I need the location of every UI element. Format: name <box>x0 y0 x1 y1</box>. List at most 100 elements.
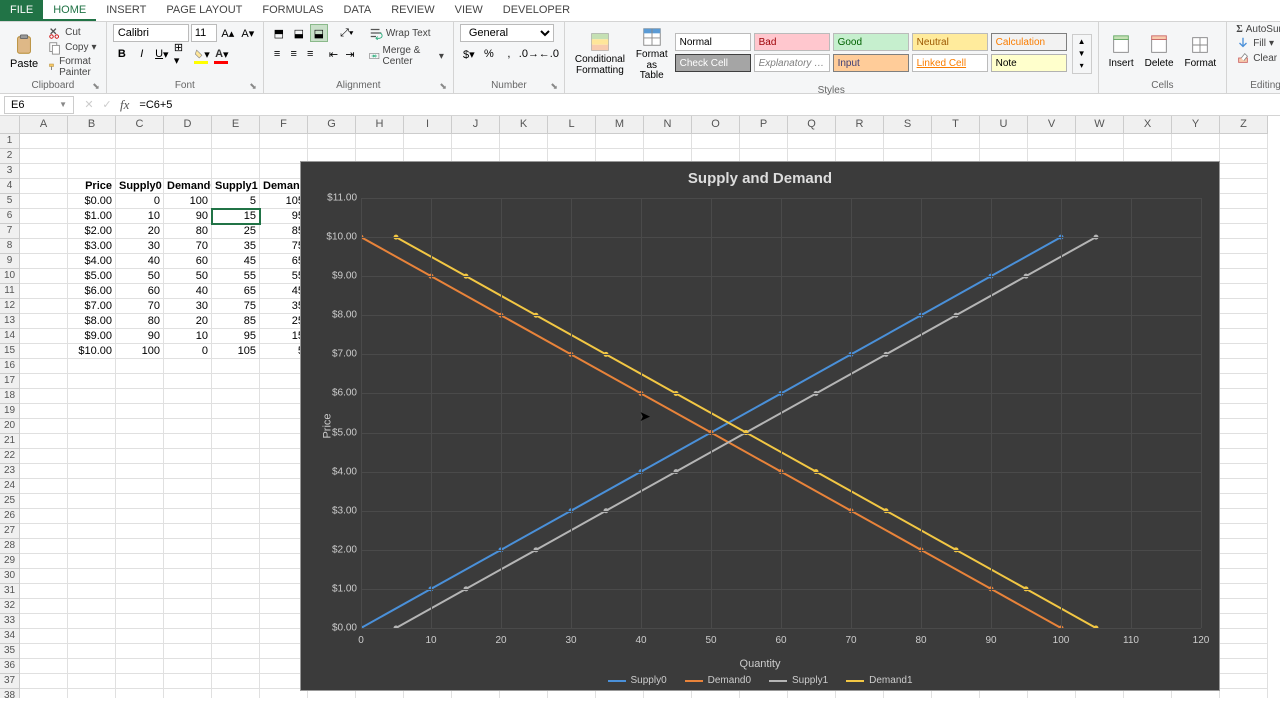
tab-data[interactable]: DATA <box>334 0 382 21</box>
cell[interactable] <box>68 554 116 569</box>
cell[interactable] <box>212 674 260 689</box>
cell[interactable]: 40 <box>164 284 212 299</box>
row-header[interactable]: 6 <box>0 209 19 224</box>
cell[interactable] <box>68 674 116 689</box>
cell[interactable]: 70 <box>116 299 164 314</box>
column-header[interactable]: Z <box>1220 116 1268 133</box>
chart-object[interactable]: Supply and Demand Price ➤ 01020304050607… <box>300 161 1220 691</box>
align-top-button[interactable]: ⬒ <box>270 24 288 42</box>
cell[interactable] <box>116 614 164 629</box>
cell[interactable] <box>116 659 164 674</box>
row-header[interactable]: 24 <box>0 479 19 494</box>
column-header[interactable]: X <box>1124 116 1172 133</box>
cell[interactable] <box>20 584 68 599</box>
cell[interactable]: 105 <box>212 344 260 359</box>
cell[interactable] <box>164 494 212 509</box>
cell[interactable]: 90 <box>116 329 164 344</box>
cell[interactable] <box>116 674 164 689</box>
orientation-button[interactable]: ⤢▾ <box>338 24 356 42</box>
cell[interactable] <box>1220 359 1268 374</box>
cell[interactable] <box>68 149 116 164</box>
cell[interactable]: 95 <box>212 329 260 344</box>
cell[interactable] <box>548 134 596 149</box>
tab-home[interactable]: HOME <box>43 0 96 21</box>
cell[interactable] <box>116 479 164 494</box>
cell[interactable] <box>164 569 212 584</box>
column-header[interactable]: I <box>404 116 452 133</box>
cell[interactable] <box>212 494 260 509</box>
cell[interactable] <box>116 359 164 374</box>
cell[interactable] <box>20 614 68 629</box>
cell[interactable] <box>212 554 260 569</box>
cell[interactable] <box>596 134 644 149</box>
cell[interactable] <box>116 539 164 554</box>
cell[interactable] <box>68 689 116 698</box>
cell[interactable]: Supply1 <box>212 179 260 194</box>
column-header[interactable]: B <box>68 116 116 133</box>
cell[interactable] <box>1220 284 1268 299</box>
name-box[interactable]: E6▼ <box>4 96 74 114</box>
increase-decimal-button[interactable]: .0→ <box>520 45 538 63</box>
cell[interactable] <box>116 134 164 149</box>
row-header[interactable]: 13 <box>0 314 19 329</box>
cell[interactable] <box>1220 329 1268 344</box>
fill-color-button[interactable]: ▾ <box>193 45 211 63</box>
cell[interactable] <box>164 479 212 494</box>
cell[interactable] <box>20 314 68 329</box>
row-header[interactable]: 9 <box>0 254 19 269</box>
cell[interactable] <box>500 134 548 149</box>
column-header[interactable]: Q <box>788 116 836 133</box>
cell[interactable]: $5.00 <box>68 269 116 284</box>
cell[interactable] <box>212 419 260 434</box>
tab-developer[interactable]: DEVELOPER <box>493 0 580 21</box>
cell[interactable] <box>20 134 68 149</box>
cell[interactable] <box>20 569 68 584</box>
cell[interactable] <box>1220 269 1268 284</box>
cell[interactable] <box>212 359 260 374</box>
cell[interactable] <box>164 659 212 674</box>
cell[interactable] <box>212 479 260 494</box>
cell[interactable] <box>68 644 116 659</box>
row-header[interactable]: 16 <box>0 359 19 374</box>
cell[interactable] <box>20 179 68 194</box>
italic-button[interactable]: I <box>133 45 151 63</box>
cell[interactable] <box>1220 449 1268 464</box>
row-header[interactable]: 37 <box>0 674 19 689</box>
column-header[interactable]: Y <box>1172 116 1220 133</box>
cell[interactable] <box>20 659 68 674</box>
row-header[interactable]: 3 <box>0 164 19 179</box>
row-header[interactable]: 21 <box>0 434 19 449</box>
cell[interactable] <box>116 689 164 698</box>
row-header[interactable]: 10 <box>0 269 19 284</box>
cell[interactable] <box>20 359 68 374</box>
cell[interactable] <box>212 644 260 659</box>
percent-button[interactable]: % <box>480 45 498 63</box>
row-header[interactable]: 23 <box>0 464 19 479</box>
cell[interactable] <box>452 134 500 149</box>
cell[interactable] <box>116 449 164 464</box>
launcher-icon[interactable]: ⬊ <box>92 81 100 92</box>
cell[interactable] <box>164 374 212 389</box>
cell[interactable] <box>1076 134 1124 149</box>
cell[interactable]: 50 <box>164 269 212 284</box>
cell[interactable]: 35 <box>212 239 260 254</box>
column-header[interactable]: E <box>212 116 260 133</box>
paste-button[interactable]: Paste <box>6 32 42 72</box>
launcher-icon[interactable]: ⬊ <box>439 81 447 92</box>
cell[interactable] <box>116 584 164 599</box>
currency-button[interactable]: $▾ <box>460 45 478 63</box>
row-header[interactable]: 18 <box>0 389 19 404</box>
cell[interactable] <box>164 674 212 689</box>
row-header[interactable]: 25 <box>0 494 19 509</box>
cell[interactable] <box>20 209 68 224</box>
cell[interactable]: 80 <box>116 314 164 329</box>
bold-button[interactable]: B <box>113 45 131 63</box>
cell[interactable]: 20 <box>116 224 164 239</box>
fx-icon[interactable]: fx <box>116 97 133 113</box>
cell[interactable]: Demand0 <box>164 179 212 194</box>
font-color-button[interactable]: A ▾ <box>213 45 231 63</box>
cell[interactable] <box>1220 389 1268 404</box>
cell[interactable] <box>1220 539 1268 554</box>
cell[interactable] <box>1220 434 1268 449</box>
cell[interactable]: 100 <box>116 344 164 359</box>
